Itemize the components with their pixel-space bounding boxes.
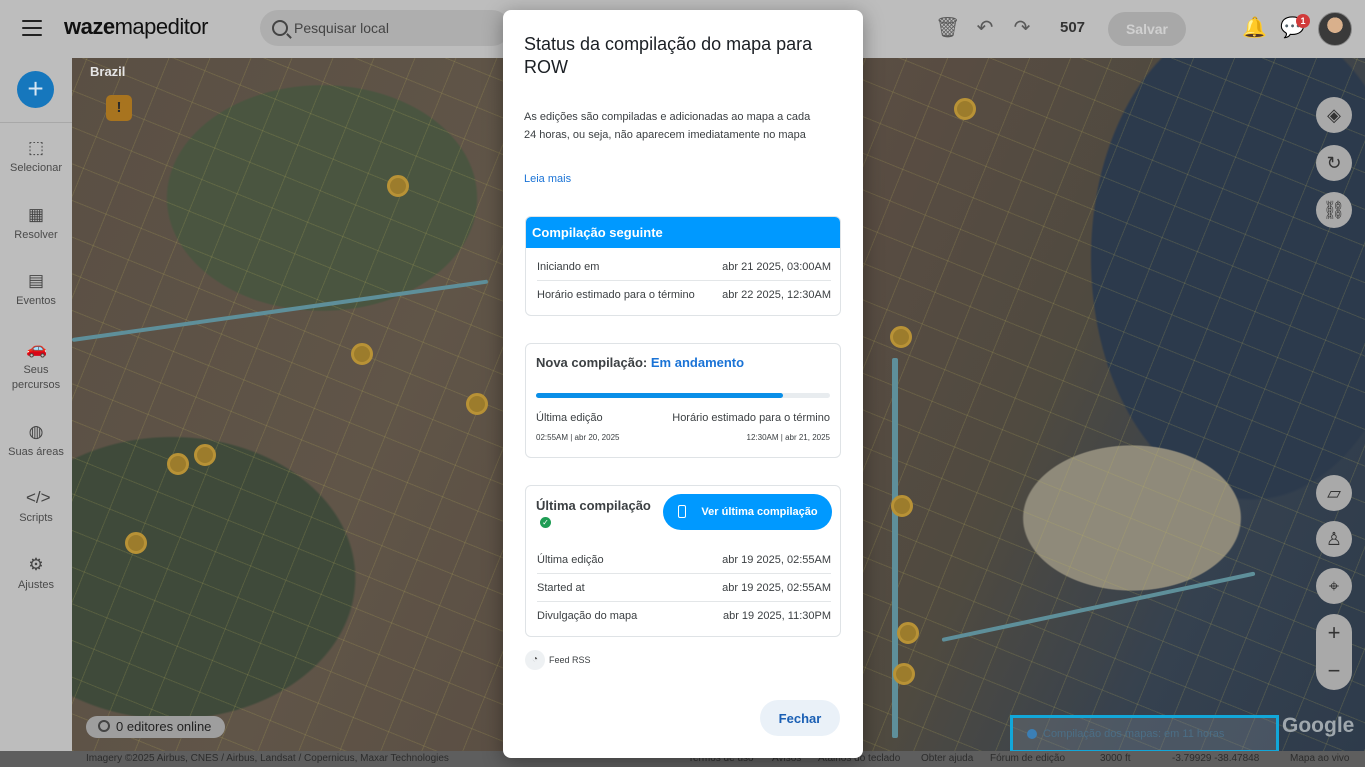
close-button[interactable]: Fechar <box>760 700 840 736</box>
new-compile-card: Nova compilação: Em andamento Última edi… <box>525 343 841 458</box>
phone-icon <box>678 505 686 518</box>
calendar-icon: ▤ <box>27 271 45 290</box>
map-pin[interactable] <box>897 622 919 644</box>
info-row: Started at abr 19 2025, 02:55AM <box>537 574 831 602</box>
info-row: Divulgação do mapa abr 19 2025, 11:30PM <box>537 610 831 622</box>
check-icon: ✓ <box>540 517 551 528</box>
resolve-icon: ▦ <box>27 205 45 224</box>
car-icon: 🚗 <box>26 339 48 358</box>
status-dot-icon <box>1027 729 1037 739</box>
bell-icon[interactable]: 🔔 <box>1242 16 1267 40</box>
sidebar-item-label: Selecionar <box>10 162 62 174</box>
trash-icon[interactable]: 🗑 <box>935 16 960 40</box>
add-button[interactable]: + <box>17 71 54 108</box>
select-icon: ⬚ <box>27 138 45 157</box>
link-icon[interactable]: ⛓ <box>1316 192 1352 228</box>
sidebar-divider <box>0 122 72 123</box>
dialog-title: Status da compilação do mapa para ROW <box>524 34 813 77</box>
sidebar-item-label: Scripts <box>19 512 53 524</box>
search-input[interactable]: Pesquisar local <box>260 10 510 46</box>
globe-icon: ◍ <box>28 422 44 441</box>
live-map-link[interactable]: Mapa ao vivo <box>1290 753 1349 764</box>
next-compile-header: Compilação seguinte <box>526 217 840 248</box>
progress-bar <box>536 393 830 398</box>
compile-status-chip[interactable]: Compilação dos mapas: em 11 horas <box>1010 715 1279 753</box>
sidebar-item-select[interactable]: ⬚ Selecionar <box>0 138 72 174</box>
new-compile-title: Nova compilação: Em andamento <box>536 355 745 370</box>
warning-icon[interactable]: ! <box>106 95 132 121</box>
sidebar-item-label: Resolver <box>14 229 58 241</box>
last-edit-label: Última edição <box>536 412 603 424</box>
sidebar: + ⬚ Selecionar ▦ Resolver ▤ Eventos 🚗 Se… <box>0 58 72 767</box>
map-pin[interactable] <box>387 175 409 197</box>
editors-icon <box>98 720 110 732</box>
refresh-icon[interactable]: ↻ <box>1316 145 1352 181</box>
sidebar-item-events[interactable]: ▤ Eventos <box>0 271 72 307</box>
map-pin[interactable] <box>194 444 216 466</box>
rss-icon: ◔ <box>525 650 545 670</box>
read-more-link[interactable]: Leia mais <box>524 173 571 185</box>
map-pin[interactable] <box>125 532 147 554</box>
eta-label: Horário estimado para o término <box>672 412 830 424</box>
last-compile-title: Última compilação <box>536 498 651 513</box>
ruler-icon[interactable]: ▱ <box>1316 475 1352 511</box>
notification-badge: 1 <box>1296 14 1310 28</box>
redo-icon[interactable]: ↷ <box>1010 16 1034 40</box>
map-pin[interactable] <box>466 393 488 415</box>
next-compile-card: Compilação seguinte Iniciando em abr 21 … <box>525 216 841 316</box>
locate-icon[interactable]: ⌖ <box>1316 568 1352 604</box>
search-icon <box>272 20 288 36</box>
zoom-in-button[interactable]: + <box>1316 614 1352 652</box>
google-logo: Google <box>1282 714 1355 737</box>
sidebar-item-drives[interactable]: 🚗 Seus percursos <box>0 339 72 393</box>
sidebar-item-settings[interactable]: ⚙ Ajustes <box>0 555 72 591</box>
zoom-control: + − <box>1316 614 1352 690</box>
edit-count: 507 <box>1060 19 1086 36</box>
help-link[interactable]: Obter ajuda <box>921 753 973 764</box>
map-pin[interactable] <box>954 98 976 120</box>
scale-bar: 3000 ft <box>1100 753 1131 764</box>
compile-status-dialog: Status da compilação do mapa para ROW As… <box>503 10 863 758</box>
info-row: Horário estimado para o término abr 22 2… <box>537 289 831 301</box>
last-edit-value: 02:55AM | abr 20, 2025 <box>536 433 620 442</box>
gear-icon: ⚙ <box>28 555 44 574</box>
info-row: Última edição abr 19 2025, 02:55AM <box>537 546 831 574</box>
forum-link[interactable]: Fórum de edição <box>990 753 1065 764</box>
map-pin[interactable] <box>891 495 913 517</box>
map-pin[interactable] <box>893 663 915 685</box>
dialog-description: As edições são compiladas e adicionadas … <box>524 111 811 141</box>
map-pin[interactable] <box>890 326 912 348</box>
online-editors[interactable]: 0 editores online <box>86 716 226 738</box>
sidebar-item-label: Eventos <box>16 295 56 307</box>
rss-feed-link[interactable]: ◔ Feed RSS <box>525 650 591 670</box>
sidebar-item-label: Suas áreas <box>8 446 64 458</box>
last-compile-card: Última compilação ✓ Ver última compilaçã… <box>525 485 841 637</box>
coordinates: -3.79929 -38.47848 <box>1172 753 1260 764</box>
sidebar-item-resolve[interactable]: ▦ Resolver <box>0 205 72 241</box>
menu-icon[interactable] <box>22 20 42 36</box>
country-label: Brazil <box>90 64 126 79</box>
info-row: Iniciando em abr 21 2025, 03:00AM <box>537 253 831 281</box>
sidebar-item-areas[interactable]: ◍ Suas áreas <box>0 422 72 458</box>
sidebar-item-label: Seus percursos <box>11 364 61 391</box>
view-last-compile-button[interactable]: Ver última compilação <box>663 494 832 530</box>
zoom-out-button[interactable]: − <box>1316 652 1352 690</box>
undo-icon[interactable]: ↶ <box>973 16 997 40</box>
sidebar-item-scripts[interactable]: </> Scripts <box>0 488 72 524</box>
map-pin[interactable] <box>167 453 189 475</box>
progress-fill <box>536 393 783 398</box>
map-pin[interactable] <box>351 343 373 365</box>
save-button[interactable]: Salvar <box>1108 12 1186 46</box>
eta-value: 12:30AM | abr 21, 2025 <box>746 433 830 442</box>
app-logo[interactable]: wazemapeditor <box>64 14 208 40</box>
imagery-credits: Imagery ©2025 Airbus, CNES / Airbus, Lan… <box>86 753 449 764</box>
code-icon: </> <box>26 488 51 507</box>
street-view-icon[interactable]: ♙ <box>1316 521 1352 557</box>
sidebar-item-label: Ajustes <box>17 579 55 591</box>
layers-icon[interactable]: ◈ <box>1316 97 1352 133</box>
avatar[interactable] <box>1318 12 1352 46</box>
new-compile-status: Em andamento <box>650 355 745 370</box>
